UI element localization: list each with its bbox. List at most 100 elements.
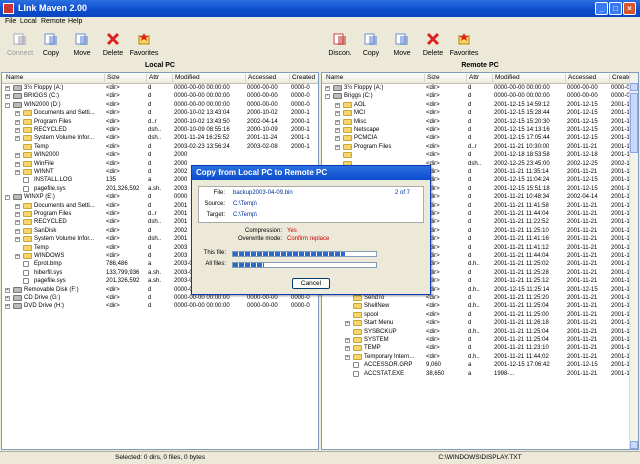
col-attr[interactable]: Attr <box>146 74 159 82</box>
expand-toggle[interactable]: + <box>335 102 340 108</box>
delete-tool-button[interactable]: Delete <box>417 29 449 61</box>
expand-toggle[interactable]: + <box>15 212 20 217</box>
scroll-thumb[interactable] <box>630 93 638 153</box>
move-tool-button[interactable]: Move <box>386 29 418 61</box>
expand-toggle[interactable]: + <box>15 136 20 142</box>
file-row[interactable]: + WIN2000 <dir> d 2000 <box>2 151 318 159</box>
file-row[interactable]: ShellNew <dir> d.h.. 2001-11-21 11:25:04 200… <box>322 302 638 310</box>
file-row[interactable]: + TEMP <dir> d 2001-11-21 11:23:10 2001-11-21… <box>322 344 638 352</box>
connect-tool-button[interactable]: Connect <box>4 29 36 61</box>
expand-toggle[interactable]: + <box>15 203 20 209</box>
file-row[interactable]: +3½ Floppy (A:) <dir> d 0000-00-00 00:00:00… <box>322 84 638 92</box>
dialog-title[interactable]: Copy from Local PC to Remote PC <box>192 166 430 180</box>
file-row[interactable]: + AOL <dir> d 2001-12-15 14:59:12 2001-12-15 2… <box>322 101 638 109</box>
scroll-up-arrow[interactable] <box>630 83 638 91</box>
expand-toggle[interactable]: + <box>15 161 20 167</box>
expand-toggle[interactable]: + <box>15 111 20 117</box>
expand-toggle[interactable]: + <box>15 153 20 159</box>
col-created[interactable]: Created <box>289 74 315 82</box>
delete-tool-button[interactable]: Delete <box>97 29 129 61</box>
expand-toggle[interactable]: + <box>345 346 350 352</box>
expand-toggle[interactable]: + <box>5 296 10 301</box>
expand-toggle[interactable]: + <box>15 170 20 175</box>
expand-toggle[interactable]: + <box>335 128 340 133</box>
expand-toggle[interactable]: + <box>15 128 20 133</box>
file-row[interactable]: + SYSTEM <dir> d 2001-11-21 11:25:04 2001-11-… <box>322 336 638 344</box>
file-row[interactable]: + DVD Drive (H:) <dir> d 0000-00-00 00:00:00… <box>2 302 318 310</box>
favorites-tool-button[interactable]: Favorites <box>128 29 160 61</box>
menu-remote[interactable]: Remote <box>41 18 66 25</box>
file-row[interactable]: + PCMCIA <dir> d 2001-12-15 17:05:44 2001-12-… <box>322 134 638 142</box>
file-row[interactable]: Temp <dir> d 2003-02-23 13:56:24 2003-02-08 2… <box>2 143 318 151</box>
cell-mod: 0000-00-00 00:00:00 <box>494 85 550 91</box>
minimize-button[interactable]: _ <box>595 2 608 15</box>
file-row[interactable]: SYSBCKUP <dir> d.h.. 2001-11-21 11:25:04 200… <box>322 328 638 336</box>
col-modified[interactable]: Modified <box>492 74 520 82</box>
collapse-toggle[interactable]: - <box>5 195 10 201</box>
file-row[interactable]: + Misc <dir> d 2001-12-15 15:20:30 2001-12-15… <box>322 118 638 126</box>
col-accessed[interactable]: Accessed <box>565 74 596 82</box>
expand-toggle[interactable]: + <box>5 304 10 310</box>
expand-toggle[interactable]: + <box>345 338 350 343</box>
expand-toggle[interactable]: + <box>15 119 20 125</box>
file-row[interactable]: + Start Menu <dir> d 2001-11-21 11:26:18 2001… <box>322 319 638 327</box>
file-row[interactable]: - Briggs (C:) <dir> d 0000-00-00 00:00:00 000… <box>322 92 638 100</box>
file-row[interactable]: + MCI <dir> d 2001-12-15 15:28:44 2001-12-15 2… <box>322 109 638 117</box>
col-accessed[interactable]: Accessed <box>245 74 276 82</box>
copy-tool-button[interactable]: Copy <box>355 29 387 61</box>
col-attr[interactable]: Attr <box>466 74 479 82</box>
expand-toggle[interactable]: + <box>345 321 350 327</box>
file-row[interactable]: SendTo <dir> d 2001-11-21 11:25:20 2001-11-2… <box>322 294 638 302</box>
expand-toggle[interactable]: + <box>5 94 10 100</box>
title-bar[interactable]: LInk Maven 2.00 _ □ × <box>0 0 640 17</box>
expand-toggle[interactable]: + <box>325 86 330 91</box>
menu-local[interactable]: Local <box>20 18 37 25</box>
cell-acc: 2001-12-15 <box>567 127 598 133</box>
cancel-button[interactable]: Cancel <box>292 278 330 289</box>
collapse-toggle[interactable]: - <box>325 94 330 100</box>
expand-toggle[interactable]: + <box>15 228 20 234</box>
file-row[interactable]: + Program Files <dir> d..r 2001-11-21 10:30:… <box>322 143 638 151</box>
file-row[interactable]: spool <dir> d 2001-11-21 11:25:00 2001-11-21… <box>322 311 638 319</box>
maximize-button[interactable]: □ <box>609 2 622 15</box>
expand-toggle[interactable]: + <box>335 111 340 117</box>
expand-toggle[interactable]: + <box>335 144 340 150</box>
file-row[interactable]: + Program Files <dir> d..r 2000-10-02 13:43:… <box>2 118 318 126</box>
file-row[interactable]: +3½ Floppy (A:) <dir> d 0000-00-00 00:00:00… <box>2 84 318 92</box>
expand-toggle[interactable]: + <box>5 86 10 91</box>
scroll-down-arrow[interactable] <box>630 441 638 449</box>
col-size[interactable]: Size <box>104 74 120 82</box>
file-row[interactable]: - WIN2000 (D:) <dir> d 0000-00-00 00:00:00 00… <box>2 101 318 109</box>
file-row[interactable]: + Temporary Intern... <dir> d.h.. 2001-11-21… <box>322 353 638 361</box>
menu-help[interactable]: Help <box>68 18 82 25</box>
expand-toggle[interactable]: + <box>335 136 340 142</box>
col-name[interactable]: Name <box>324 74 343 82</box>
cell-cre: 0000-0 <box>291 93 310 100</box>
file-row[interactable]: ACCESSOR.GRP 9,060 a 2001-12-15 17:06:42 200… <box>322 361 638 369</box>
file-row[interactable]: + System Volume Infor... <dir> dsh.. 2001-11… <box>2 134 318 142</box>
move-tool-button[interactable]: Move <box>66 29 98 61</box>
expand-toggle[interactable]: + <box>15 254 20 259</box>
file-row[interactable]: + Netscape <dir> d 2001-12-15 14:13:16 2001-1… <box>322 126 638 134</box>
close-button[interactable]: × <box>623 2 636 15</box>
copy-tool-button[interactable]: Copy <box>35 29 67 61</box>
file-row[interactable]: + Documents and Setti... <dir> d 2000-10-02 … <box>2 109 318 117</box>
expand-toggle[interactable]: + <box>15 237 20 243</box>
col-size[interactable]: Size <box>424 74 440 82</box>
file-row[interactable]: + BRIGGS (C:) <dir> d 0000-00-00 00:00:00 000… <box>2 92 318 100</box>
col-name[interactable]: Name <box>4 74 23 82</box>
collapse-toggle[interactable]: - <box>5 102 10 108</box>
expand-toggle[interactable]: + <box>345 354 350 360</box>
expand-toggle[interactable]: + <box>15 220 20 226</box>
file-row[interactable]: + RECYCLED <dir> dsh.. 2000-10-09 08:55:16 20… <box>2 126 318 134</box>
favorites-tool-button[interactable]: Favorites <box>448 29 480 61</box>
expand-toggle[interactable]: + <box>5 287 10 293</box>
file-row[interactable]: + CD Drive (G:) <dir> d 0000-00-00 00:00:00 0… <box>2 294 318 302</box>
menu-file[interactable]: File <box>5 18 16 25</box>
file-row[interactable]: <dir> d 2001-12-18 18:53:58 2001-12-18 2001-… <box>322 151 638 159</box>
expand-toggle[interactable]: + <box>335 119 340 125</box>
file-row[interactable]: ACCSTAT.EXE 38,650 a 1998-... 2001-11-21 2001… <box>322 370 638 378</box>
remote-scrollbar[interactable] <box>629 73 638 449</box>
discon-tool-button[interactable]: Discon. <box>324 29 356 61</box>
col-modified[interactable]: Modified <box>172 74 200 82</box>
